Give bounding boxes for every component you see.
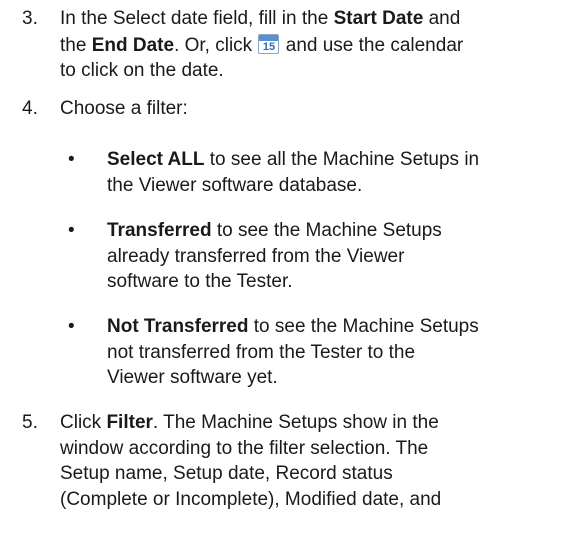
select-all-term: Select ALL xyxy=(107,149,205,170)
calendar-icon[interactable]: 15 xyxy=(258,33,280,54)
step-5-line-3: Setup name, Setup date, Record status xyxy=(60,463,393,484)
bullet-glyph: • xyxy=(68,149,75,170)
bullet-text: Select ALL to see all the Machine Setups… xyxy=(107,149,480,196)
step-number: 4. xyxy=(22,98,38,119)
bullet-glyph: • xyxy=(68,316,75,337)
step-4-text: Choose a filter: xyxy=(60,98,188,119)
filter-term: Filter xyxy=(106,412,153,433)
transferred-term: Transferred xyxy=(107,220,212,241)
step-3-line-2: the End Date. Or, click 15 and use the c… xyxy=(60,33,464,56)
start-date-term: Start Date xyxy=(333,8,424,29)
bullet-glyph: • xyxy=(68,220,75,241)
step-3-line-1: In the Select date field, fill in the St… xyxy=(60,8,461,29)
step-5-line-2: window according to the filter selection… xyxy=(60,437,429,459)
step-5-line-1: Click Filter. The Machine Setups show in… xyxy=(60,412,439,433)
not-transferred-term: Not Transferred xyxy=(107,316,249,337)
step-3-line-3: to click on the date. xyxy=(60,60,224,81)
end-date-term: End Date xyxy=(91,34,175,56)
step-number: 5. xyxy=(22,412,38,433)
step-3-text: In the Select date field, fill in the St… xyxy=(60,8,575,83)
bullet-text: Not Transferred to see the Machine Setup… xyxy=(107,316,479,388)
step-5-text: Click Filter. The Machine Setups show in… xyxy=(60,412,575,511)
bullet-text: Transferred to see the Machine Setups al… xyxy=(107,220,442,292)
step-number: 3. xyxy=(22,8,38,29)
document-page: 3. In the Select date field, fill in the… xyxy=(0,0,579,537)
step-5-line-4: (Complete or Incomplete), Modified date,… xyxy=(60,488,442,510)
